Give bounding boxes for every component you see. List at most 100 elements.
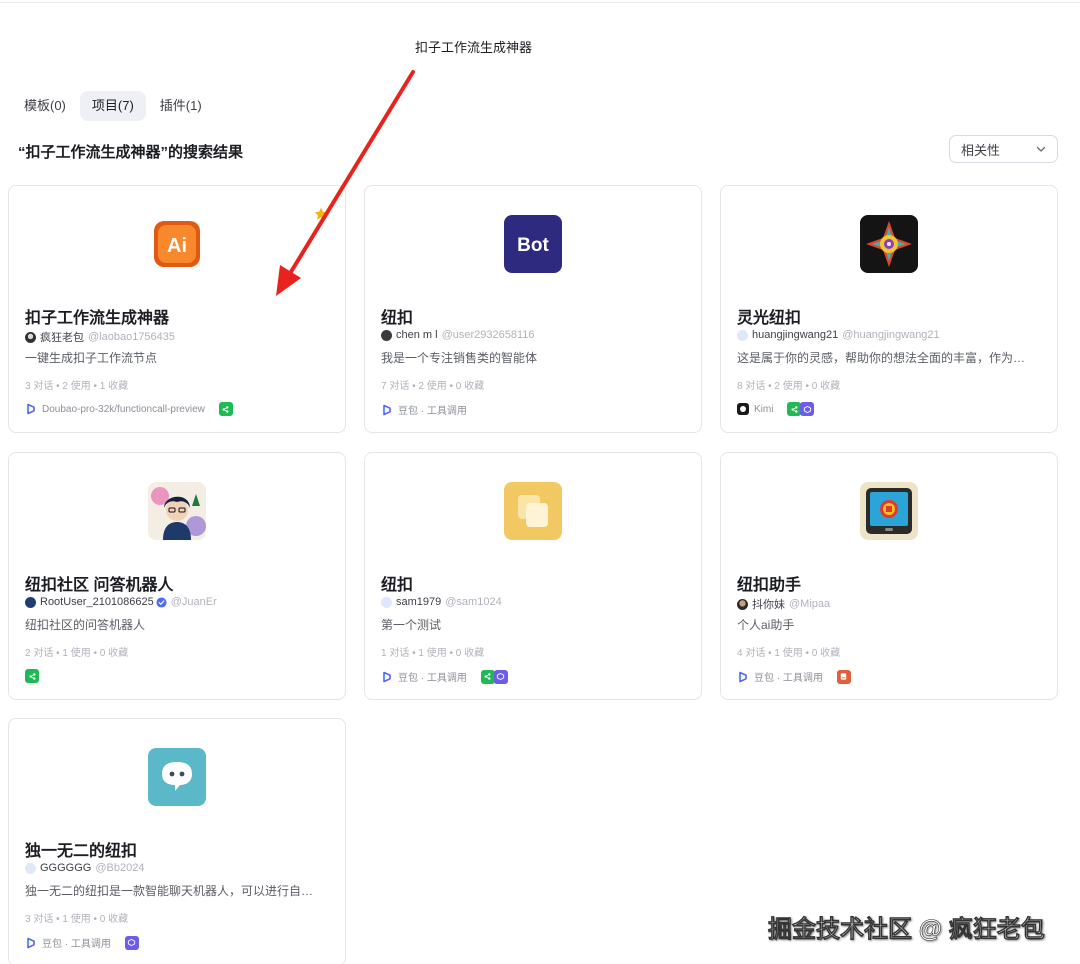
bot-author[interactable]: huangjingwang21 @huangjingwang21: [737, 329, 940, 341]
bot-stats: 1 对话 • 1 使用 • 0 收藏: [381, 648, 485, 659]
author-handle: @sam1024: [445, 596, 502, 608]
user-avatar: [381, 596, 392, 608]
svg-text:Bot: Bot: [517, 235, 549, 256]
sort-select[interactable]: 相关性: [949, 135, 1058, 163]
api-platform-icon: [124, 935, 139, 950]
api-platform-icon: [800, 402, 815, 416]
user-avatar: [25, 862, 36, 874]
bot-stats: 4 对话 • 1 使用 • 0 收藏: [737, 648, 841, 659]
bot-description: 一键生成扣子工作流节点: [25, 351, 158, 365]
wechat-share-icon: [218, 402, 233, 416]
bot-author[interactable]: sam1979 @sam1024: [381, 596, 502, 608]
bot-card[interactable]: 纽扣助手 抖你妹 @Mipaa 个人ai助手 4 对话 • 1 使用 • 0 收…: [720, 452, 1058, 700]
mandala-art-icon: [860, 215, 918, 273]
bot-footer: Kimi: [737, 402, 815, 416]
bot-card[interactable]: 灵光纽扣 huangjingwang21 @huangjingwang21 这是…: [720, 185, 1058, 433]
bot-card[interactable]: 纽扣社区 问答机器人 RootUser_2101086625 @JuanEr 纽…: [8, 452, 346, 700]
watermark: 掘金技术社区 @ 疯狂老包: [768, 916, 1045, 944]
adobe-ai-icon: Ai: [148, 215, 206, 273]
author-handle: @laobao1756435: [88, 331, 176, 343]
wechat-share-icon: [480, 669, 495, 684]
doc-platform-icon: [836, 669, 851, 684]
user-avatar: [381, 329, 392, 341]
tablet-device-icon: [860, 482, 918, 540]
model-label: Kimi: [754, 403, 774, 415]
bot-avatar: [860, 482, 918, 540]
bot-stats: 3 对话 • 2 使用 • 1 收藏: [25, 381, 129, 392]
top-divider: [0, 2, 1080, 3]
author-handle: @user2932658116: [441, 329, 535, 341]
doubao-model-icon: [26, 403, 35, 415]
author-name: sam1979: [396, 596, 442, 608]
doubao-model-icon: [26, 937, 35, 948]
api-platform-icon: [493, 669, 508, 684]
bot-author[interactable]: 抖你妹 @Mipaa: [737, 596, 830, 612]
bot-name: 扣子工作流生成神器: [25, 310, 170, 327]
doubao-model-icon: [382, 671, 391, 682]
bot-footer: 豆包 · 工具调用: [381, 402, 467, 417]
bot-footer: Doubao-pro-32k/functioncall-preview: [25, 402, 233, 416]
bot-description: 我是一个专注销售类的智能体: [381, 351, 538, 365]
bot-name: 纽扣社区 问答机器人: [25, 577, 174, 594]
bot-card[interactable]: 独一无二的纽扣 GGGGGG @Bb2024 独一无二的纽扣是一款智能聊天机器人…: [8, 718, 346, 964]
verified-badge-icon: [156, 596, 167, 608]
bot-name: 纽扣: [381, 310, 414, 327]
sort-selected-value: 相关性: [961, 142, 1001, 158]
model-label: Doubao-pro-32k/functioncall-preview: [42, 403, 205, 415]
bot-footer: [25, 669, 39, 683]
author-handle: @Mipaa: [789, 598, 831, 610]
copy-cards-icon: [504, 482, 562, 540]
author-handle: @Bb2024: [95, 862, 145, 874]
bot-card[interactable]: Bot 纽扣 chen m l @user2932658116 我是一个专注销售…: [364, 185, 702, 433]
kimi-model-icon: [737, 403, 749, 415]
chevron-down-icon: [1036, 146, 1046, 152]
chat-bubble-icon: [148, 748, 206, 806]
bot-author[interactable]: 疯狂老包 @laobao1756435: [25, 329, 175, 345]
bot-stats: 8 对话 • 2 使用 • 0 收藏: [737, 381, 841, 392]
search-query-text: 扣子工作流生成神器: [415, 39, 533, 55]
bot-name: 独一无二的纽扣: [25, 843, 138, 860]
svg-text:Ai: Ai: [167, 235, 187, 257]
bot-name: 纽扣: [381, 577, 414, 594]
author-name: huangjingwang21: [752, 329, 839, 341]
author-name: chen m l: [396, 329, 438, 341]
bot-author[interactable]: chen m l @user2932658116: [381, 329, 535, 341]
wechat-share-icon: [25, 669, 39, 683]
bot-author[interactable]: RootUser_2101086625 @JuanEr: [25, 596, 217, 608]
tab-projects[interactable]: 项目(7): [79, 91, 146, 121]
wechat-share-icon: [787, 402, 802, 416]
doubao-model-icon: [382, 404, 391, 415]
bot-author[interactable]: GGGGGG @Bb2024: [25, 862, 144, 874]
anime-avatar-icon: [148, 482, 206, 540]
bot-description: 个人ai助手: [737, 618, 795, 632]
bot-stats: 7 对话 • 2 使用 • 0 收藏: [381, 381, 485, 392]
results-title: “扣子工作流生成神器”的搜索结果: [18, 144, 244, 161]
author-handle: @JuanEr: [170, 596, 217, 608]
bot-stats: 3 对话 • 1 使用 • 0 收藏: [25, 914, 129, 925]
model-label: 豆包 · 工具调用: [42, 939, 111, 950]
bot-footer: 豆包 · 工具调用: [25, 935, 139, 950]
bot-stats: 2 对话 • 1 使用 • 0 收藏: [25, 648, 129, 659]
star-icon: [314, 207, 328, 220]
bot-footer: 豆包 · 工具调用: [737, 669, 851, 684]
bot-avatar: [860, 215, 918, 273]
tab-templates[interactable]: 模板(0): [12, 91, 78, 121]
user-avatar: [737, 598, 748, 610]
author-name: RootUser_2101086625: [40, 596, 154, 608]
author-name: 抖你妹: [752, 599, 785, 611]
doubao-model-icon: [738, 671, 747, 682]
user-avatar: [25, 596, 36, 608]
tab-plugins[interactable]: 插件(1): [148, 91, 214, 121]
search-input[interactable]: 扣子工作流生成神器: [402, 30, 834, 62]
model-label: 豆包 · 工具调用: [754, 673, 823, 684]
bot-description: 独一无二的纽扣是一款智能聊天机器人，可以进行自…: [25, 884, 314, 898]
model-label: 豆包 · 工具调用: [398, 406, 467, 417]
bot-card[interactable]: 纽扣 sam1979 @sam1024 第一个测试 1 对话 • 1 使用 • …: [364, 452, 702, 700]
result-tabs: 模板(0) 项目(7) 插件(1): [12, 91, 214, 121]
bot-name: 灵光纽扣: [737, 310, 802, 327]
user-avatar: [25, 331, 36, 343]
bot-avatar: [148, 748, 206, 806]
model-label: 豆包 · 工具调用: [398, 673, 467, 684]
bot-description: 纽扣社区的问答机器人: [25, 618, 146, 632]
bot-card[interactable]: Ai 扣子工作流生成神器 疯狂老包 @laobao1756435 一键生成扣子工…: [8, 185, 346, 433]
